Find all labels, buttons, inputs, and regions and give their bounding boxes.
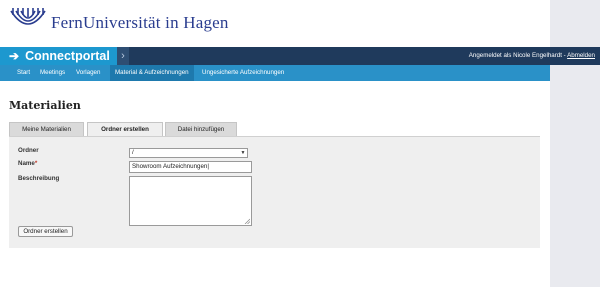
- title-bar: ➔ Connectportal › Angemeldet als Nicole E…: [0, 47, 600, 65]
- folder-label: Ordner: [18, 147, 39, 154]
- nav-item-vorlagen[interactable]: Vorlagen: [71, 65, 105, 81]
- tab-ordner-erstellen[interactable]: Ordner erstellen: [87, 122, 163, 137]
- brand-name: FernUniversität in Hagen: [51, 13, 229, 32]
- page-content: FernUniversität in Hagen Start Meetings …: [0, 0, 550, 287]
- app-title-text: Connectportal: [25, 49, 110, 63]
- chevron-right-icon[interactable]: ›: [117, 47, 129, 65]
- logged-in-text: Angemeldet als Nicole Engelhardt -: [468, 52, 568, 59]
- nav-item-start[interactable]: Start: [12, 65, 35, 81]
- app-title[interactable]: ➔ Connectportal: [0, 47, 117, 65]
- fernuni-logo-icon: [10, 8, 46, 25]
- page-title: Materialien: [9, 99, 81, 112]
- arrow-right-icon: ➔: [9, 49, 20, 63]
- name-label-text: Name: [18, 160, 35, 167]
- create-folder-button[interactable]: Ordner erstellen: [18, 226, 73, 237]
- main-nav: Start Meetings Vorlagen Material & Aufze…: [0, 65, 550, 81]
- logo-header: FernUniversität in Hagen: [0, 0, 550, 46]
- resize-grip-icon[interactable]: [244, 218, 250, 224]
- description-textarea[interactable]: [129, 176, 252, 226]
- description-label: Beschreibung: [18, 175, 60, 182]
- name-input[interactable]: Showroom Aufzeichnungen|: [129, 161, 252, 173]
- user-info: Angemeldet als Nicole Engelhardt - Abmel…: [469, 47, 595, 65]
- nav-item-meetings[interactable]: Meetings: [35, 65, 70, 81]
- folder-select-value: /: [132, 149, 134, 156]
- folder-select[interactable]: / ▼: [129, 148, 248, 158]
- tab-datei-hinzufuegen[interactable]: Datei hinzufügen: [165, 122, 237, 136]
- name-label: Name*: [18, 160, 37, 167]
- tab-meine-materialien[interactable]: Meine Materialien: [9, 122, 84, 136]
- nav-item-material-aufzeichnungen[interactable]: Material & Aufzeichnungen: [110, 65, 194, 81]
- nav-item-ungesicherte-aufzeichnungen[interactable]: Ungesicherte Aufzeichnungen: [197, 65, 289, 81]
- create-folder-panel: [9, 136, 540, 248]
- logout-link[interactable]: Abmelden: [567, 52, 595, 59]
- chevron-down-icon[interactable]: ▼: [239, 149, 247, 157]
- required-marker: *: [34, 160, 38, 167]
